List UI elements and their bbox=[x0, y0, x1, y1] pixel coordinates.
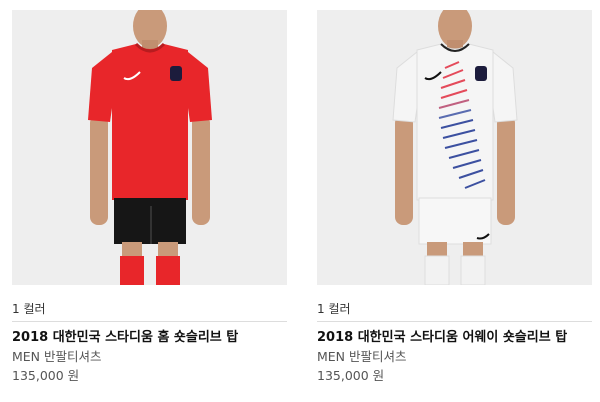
product-image-away[interactable] bbox=[317, 10, 592, 285]
product-title[interactable]: 2018 대한민국 스타디움 어웨이 숏슬리브 탑 bbox=[317, 329, 592, 346]
product-card-away[interactable]: 1 컬러 2018 대한민국 스타디움 어웨이 숏슬리브 탑 MEN 반팔티셔츠… bbox=[317, 10, 592, 384]
product-image-home[interactable] bbox=[12, 10, 287, 285]
color-count: 1 컬러 bbox=[12, 302, 46, 316]
divider bbox=[12, 321, 287, 322]
product-price: 135,000 원 bbox=[12, 368, 80, 383]
product-title[interactable]: 2018 대한민국 스타디움 홈 숏슬리브 탑 bbox=[12, 329, 287, 346]
model-illustration bbox=[317, 10, 592, 285]
divider bbox=[317, 321, 592, 322]
product-card-home[interactable]: 1 컬러 2018 대한민국 스타디움 홈 숏슬리브 탑 MEN 반팔티셔츠 1… bbox=[12, 10, 287, 384]
product-price: 135,000 원 bbox=[317, 368, 385, 383]
color-count: 1 컬러 bbox=[317, 302, 351, 316]
product-category: MEN 반팔티셔츠 bbox=[317, 349, 407, 364]
product-category: MEN 반팔티셔츠 bbox=[12, 349, 102, 364]
model-illustration bbox=[12, 10, 287, 285]
product-grid: 1 컬러 2018 대한민국 스타디움 홈 숏슬리브 탑 MEN 반팔티셔츠 1… bbox=[0, 0, 600, 402]
